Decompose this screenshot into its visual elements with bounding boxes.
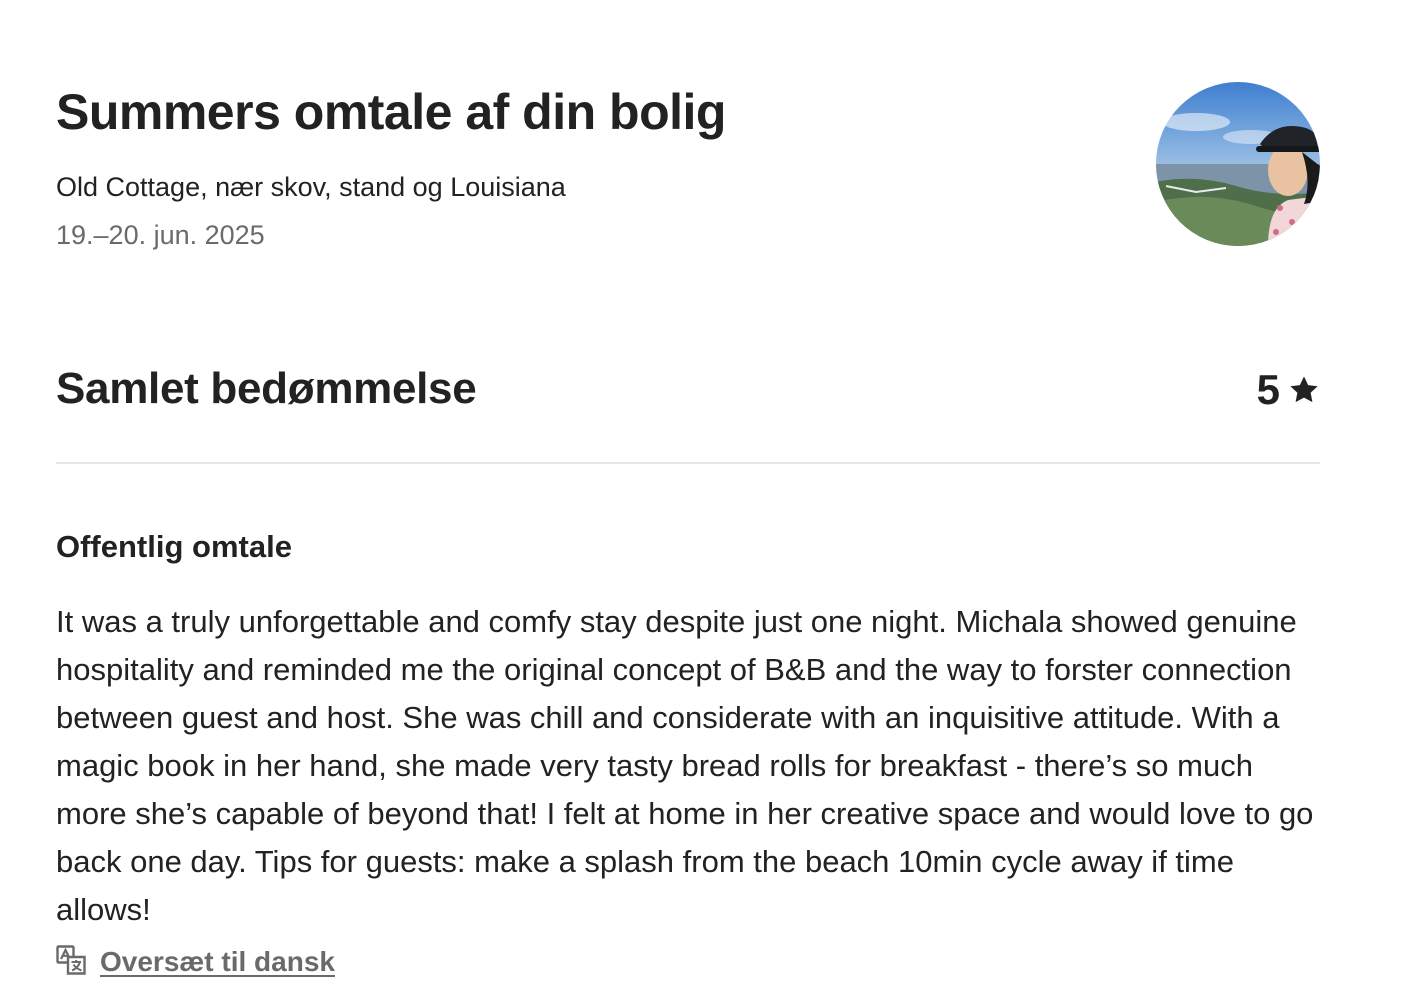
translate-icon [56, 944, 86, 980]
guest-avatar[interactable] [1156, 82, 1320, 246]
overall-rating-label: Samlet bedømmelse [56, 364, 477, 413]
review-text: It was a truly unforgettable and comfy s… [56, 604, 1314, 927]
stay-dates: 19.–20. jun. 2025 [56, 220, 265, 250]
overall-rating: 5 [1257, 364, 1320, 416]
star-icon [1288, 374, 1320, 406]
avatar-photo [1156, 82, 1320, 246]
translate-action[interactable]: Oversæt til dansk [56, 944, 335, 980]
translate-link[interactable]: Oversæt til dansk [100, 944, 335, 980]
listing-name: Old Cottage, nær skov, stand og Louisian… [56, 172, 566, 202]
public-review-heading: Offentlig omtale [56, 529, 292, 564]
review-page: Summers omtale af din bolig Old Cottage,… [0, 0, 1414, 998]
rating-value: 5 [1256, 366, 1280, 413]
page-title: Summers omtale af din bolig [56, 84, 726, 140]
section-divider [56, 462, 1320, 464]
